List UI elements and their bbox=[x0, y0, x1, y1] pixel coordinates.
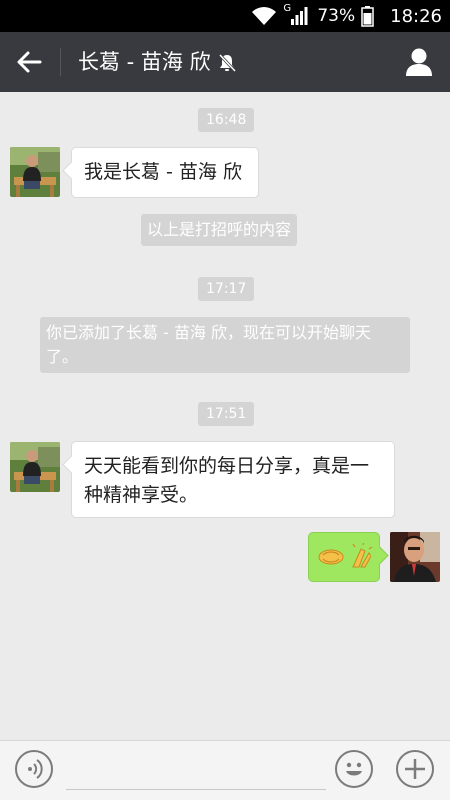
network-type-label: G bbox=[283, 3, 292, 14]
timestamp: 16:48 bbox=[198, 108, 255, 132]
profile-icon[interactable] bbox=[404, 46, 434, 78]
timestamp: 17:17 bbox=[198, 277, 255, 301]
back-arrow-icon[interactable] bbox=[14, 47, 44, 77]
signal-icon: G bbox=[283, 3, 309, 27]
mute-bell-icon bbox=[218, 53, 236, 73]
message-input[interactable] bbox=[66, 789, 326, 790]
system-message-line: 你已添加了长葛 - 苗海 欣，现在可以开始聊天 bbox=[46, 323, 372, 342]
contact-name: 长葛 - 苗海 欣 bbox=[78, 50, 211, 74]
header-divider bbox=[60, 48, 61, 76]
outgoing-message-bubble[interactable] bbox=[308, 532, 380, 582]
chat-header: 长葛 - 苗海 欣 bbox=[0, 32, 450, 92]
message-text-line: 天天能看到你的每日分享，真是一 bbox=[84, 455, 370, 477]
system-message: 你已添加了长葛 - 苗海 欣，现在可以开始聊天 了。 bbox=[40, 317, 410, 373]
system-message: 以上是打招呼的内容 bbox=[141, 214, 298, 246]
message-text-line: 种精神享受。 bbox=[84, 484, 199, 506]
wifi-icon bbox=[252, 7, 277, 25]
battery-icon bbox=[361, 6, 374, 27]
system-message-line: 了。 bbox=[46, 347, 79, 366]
plus-icon[interactable] bbox=[396, 750, 434, 788]
my-avatar[interactable] bbox=[390, 532, 440, 582]
contact-avatar[interactable] bbox=[10, 147, 60, 197]
input-bar bbox=[0, 740, 450, 800]
message-text: 我是长葛 - 苗海 欣 bbox=[84, 161, 242, 183]
system-message-text: 以上是打招呼的内容 bbox=[147, 220, 292, 239]
chat-title: 长葛 - 苗海 欣 bbox=[78, 47, 237, 77]
incoming-message-bubble[interactable]: 我是长葛 - 苗海 欣 bbox=[71, 147, 259, 198]
contact-avatar[interactable] bbox=[10, 442, 60, 492]
clock: 18:26 bbox=[390, 5, 442, 27]
emoji-icon[interactable] bbox=[335, 750, 373, 788]
incoming-message-bubble[interactable]: 天天能看到你的每日分享，真是一 种精神享受。 bbox=[71, 441, 395, 518]
timestamp: 17:51 bbox=[198, 402, 255, 426]
status-bar: G 73% 18:26 bbox=[0, 0, 450, 32]
chat-area[interactable]: 16:48 我是长葛 - 苗海 欣 以上是打招呼的内容 17:17 你已添加了长… bbox=[0, 92, 450, 740]
handshake-emoji-icon bbox=[318, 543, 373, 568]
voice-icon[interactable] bbox=[15, 750, 53, 788]
battery-percent: 73% bbox=[317, 6, 356, 26]
